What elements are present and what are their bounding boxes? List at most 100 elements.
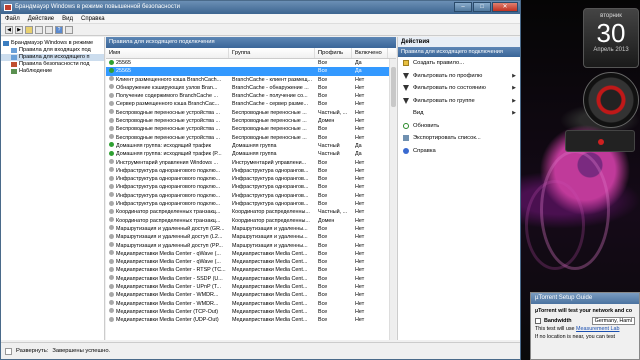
action-item[interactable]: Обновить <box>398 120 520 133</box>
rule-group-cell: Медиаприставки Media Cent... <box>229 316 315 324</box>
table-row[interactable]: Медиаприставки Media Center - WMDR... Мед… <box>106 300 396 308</box>
tree-item-inbound[interactable]: Правила для входящих под <box>1 47 104 54</box>
table-row[interactable]: Беспроводные переносные устройства ... Бе… <box>106 134 396 142</box>
rule-enabled-cell: Нет <box>352 275 388 283</box>
up-folder-icon[interactable] <box>25 26 33 34</box>
table-row[interactable]: Инфраструктура однорангового подклю... Ин… <box>106 200 396 208</box>
rule-enabled-icon <box>109 150 114 156</box>
rule-profile-cell: Все <box>315 159 352 167</box>
bandwidth-checkbox[interactable] <box>535 318 541 324</box>
table-row[interactable]: Медиаприставки Media Center - qWave (...… <box>106 250 396 258</box>
table-row[interactable]: Домашняя группа: исходящий трафик (P... Д… <box>106 150 396 158</box>
action-item[interactable]: Фильтровать по состоянию ▶ <box>398 82 520 95</box>
column-enabled[interactable]: Включено <box>352 48 388 58</box>
table-row[interactable]: Медиаприставки Media Center (TCP-Out) Мед… <box>106 308 396 316</box>
rule-group-cell-text: Беспроводные переносные ... <box>232 134 307 141</box>
network-gadget[interactable] <box>565 130 635 152</box>
table-row[interactable]: Инфраструктура однорангового подклю... Ин… <box>106 192 396 200</box>
action-item[interactable]: Вид ▶ <box>398 107 520 120</box>
show-hide-tree-icon[interactable] <box>35 26 43 34</box>
table-row[interactable]: Маршрутизация и удаленный доступ (L2... М… <box>106 233 396 241</box>
table-row[interactable]: Беспроводные переносные устройства ... Бе… <box>106 125 396 133</box>
table-row[interactable]: Клиент размещенного кэша BranchCach... Br… <box>106 76 396 84</box>
action-item[interactable]: Справка <box>398 145 520 158</box>
menu-help[interactable]: Справка <box>81 14 105 23</box>
title-bar[interactable]: Брандмауэр Windows в режиме повышенной б… <box>1 1 520 14</box>
measurement-lab-link[interactable]: Measurement Lab <box>576 326 619 332</box>
table-row[interactable]: Получение содержимого BranchCache ... Bra… <box>106 92 396 100</box>
vertical-scrollbar[interactable] <box>389 59 396 340</box>
rule-disabled-icon <box>109 117 114 123</box>
table-row[interactable]: Беспроводные переносные устройства ... Бе… <box>106 109 396 117</box>
tree-item-monitoring[interactable]: Наблюдение <box>1 68 104 75</box>
tree-item-outbound[interactable]: Правила для исходящего п <box>1 54 104 61</box>
table-row[interactable]: Медиаприставки Media Center - WMDR... Мед… <box>106 291 396 299</box>
column-profile[interactable]: Профиль <box>315 48 352 58</box>
table-row[interactable]: Инфраструктура однорангового подклю... Ин… <box>106 175 396 183</box>
table-row[interactable]: 25565 Все Да <box>106 59 396 67</box>
minimize-button[interactable]: – <box>454 2 472 12</box>
rule-group-cell-text: Медиаприставки Media Cent... <box>232 300 308 307</box>
tree-root[interactable]: Брандмауэр Windows в режиме <box>1 40 104 47</box>
rule-name-cell-text: Инфраструктура однорангового подклю... <box>116 184 221 191</box>
table-row[interactable]: Маршрутизация и удаленный доступ (GR... М… <box>106 225 396 233</box>
utorrent-dialog-title[interactable]: µTorrent Setup Guide <box>531 293 639 304</box>
rule-name-cell-text: 25565 <box>116 68 131 75</box>
column-name[interactable]: Имя <box>106 48 229 58</box>
column-group[interactable]: Группа <box>229 48 315 58</box>
rule-enabled-cell-text: Нет <box>355 308 365 315</box>
table-row[interactable]: Инфраструктура однорангового подклю... Ин… <box>106 183 396 191</box>
rule-profile-cell: Все <box>315 275 352 283</box>
back-icon[interactable]: ◀ <box>5 26 13 34</box>
table-row[interactable]: Медиаприставки Media Center (UDP-Out) Мед… <box>106 316 396 324</box>
table-row[interactable]: Сервер размещенного кэша BranchCac... Bra… <box>106 100 396 108</box>
calendar-gadget[interactable]: вторник 30 Апрель 2013 <box>583 8 639 68</box>
maximize-button[interactable]: □ <box>473 2 491 12</box>
rule-group-cell: Координатор распределенны... <box>229 217 315 225</box>
table-row[interactable]: Медиаприставки Media Center - RTSP (TC..… <box>106 266 396 274</box>
table-row[interactable]: Обнаружение кэширующих узлов Bran... Bran… <box>106 84 396 92</box>
rule-enabled-cell-text: Да <box>355 60 362 66</box>
table-row[interactable]: Инфраструктура однорангового подклю... Ин… <box>106 167 396 175</box>
rule-group-cell: Медиаприставки Media Cent... <box>229 291 315 299</box>
export-icon[interactable] <box>45 26 53 34</box>
properties-icon[interactable] <box>65 26 73 34</box>
help-icon[interactable]: ? <box>55 26 63 34</box>
menu-view[interactable]: Вид <box>62 14 73 23</box>
tree-item-connection-security[interactable]: Правила безопасности под <box>1 61 104 68</box>
table-row[interactable]: Домашняя группа: исходящий трафик Домашня… <box>106 142 396 150</box>
table-row[interactable]: Медиаприставки Media Center - UPnP (T...… <box>106 283 396 291</box>
rule-name-cell: Получение содержимого BranchCache ... <box>106 92 229 100</box>
table-row[interactable]: 25565 Все Да <box>106 67 396 76</box>
table-row[interactable]: Медиаприставки Media Center - qWave (...… <box>106 258 396 266</box>
forward-icon[interactable]: ▶ <box>15 26 23 34</box>
actions-subheader[interactable]: Правила для исходящего подключения <box>398 47 520 57</box>
rule-disabled-icon <box>109 208 114 214</box>
action-label: Фильтровать по профилю <box>413 72 483 79</box>
action-label: Обновить <box>413 122 440 129</box>
rule-name-cell-text: Обнаружение кэширующих узлов Bran... <box>116 84 218 91</box>
action-item[interactable]: Фильтровать по профилю ▶ <box>398 70 520 83</box>
table-row[interactable]: Медиаприставки Media Center - SSDP (U...… <box>106 275 396 283</box>
action-item[interactable]: Создать правило... <box>398 57 520 70</box>
table-row[interactable]: Координатор распределенных транзакц... Ко… <box>106 208 396 216</box>
close-button[interactable]: ✕ <box>492 2 518 12</box>
table-row[interactable]: Беспроводные переносные устройства ... Бе… <box>106 117 396 125</box>
menu-action[interactable]: Действие <box>28 14 54 23</box>
rule-name-cell-text: Инфраструктура однорангового подклю... <box>116 201 221 208</box>
action-item[interactable]: Экспортировать список... <box>398 132 520 145</box>
table-row[interactable]: Маршрутизация и удаленный доступ (PP... М… <box>106 242 396 250</box>
scrollbar-thumb[interactable] <box>391 67 396 107</box>
rule-disabled-icon <box>109 233 114 239</box>
action-item[interactable]: Фильтровать по группе ▶ <box>398 95 520 108</box>
rule-group-cell-text: Инфраструктура однорангов... <box>232 192 309 199</box>
table-row[interactable]: Инструментарий управления Windows ... Инс… <box>106 159 396 167</box>
cpu-meter-gadget[interactable] <box>583 72 639 128</box>
rule-group-cell-text: BranchCache - сервер разме... <box>232 101 309 108</box>
rule-group-cell <box>229 59 315 67</box>
menu-file[interactable]: Файл <box>5 14 20 23</box>
rule-profile-cell-text: Все <box>318 292 328 299</box>
location-select[interactable]: Germany, Haml <box>591 317 635 325</box>
rule-enabled-cell: Нет <box>352 217 388 225</box>
table-row[interactable]: Координатор распределенных транзакц... Ко… <box>106 217 396 225</box>
